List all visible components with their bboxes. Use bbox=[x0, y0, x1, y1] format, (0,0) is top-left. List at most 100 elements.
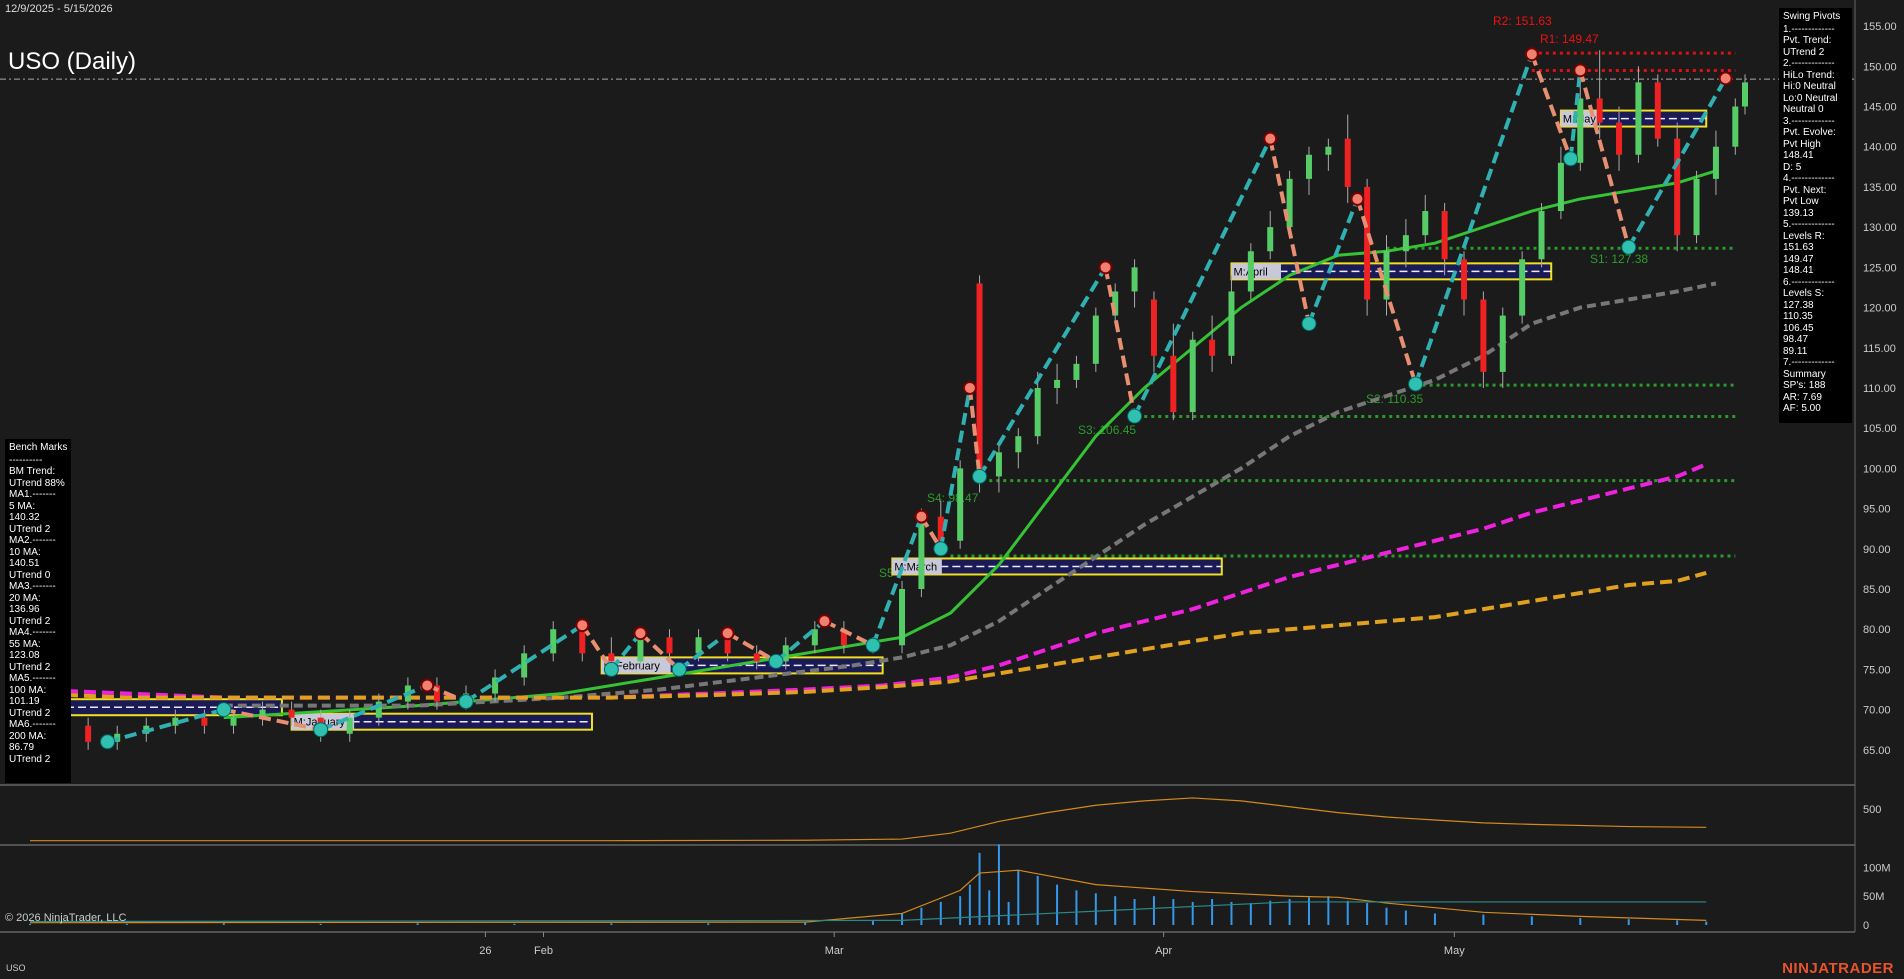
bench-panel-line: 123.08 bbox=[9, 650, 40, 661]
swing-panel-line: Levels R: bbox=[1783, 230, 1825, 242]
candle-body bbox=[1267, 227, 1274, 252]
price-tick-label: 120.00 bbox=[1863, 303, 1897, 315]
bench-panel-title: Bench Marks bbox=[9, 442, 68, 453]
candle-body bbox=[1654, 82, 1661, 139]
price-tick-label: 140.00 bbox=[1863, 142, 1897, 154]
price-tick-label: 155.00 bbox=[1863, 21, 1897, 33]
price-tick-label: 150.00 bbox=[1863, 61, 1897, 73]
price-tick-label: 95.00 bbox=[1863, 504, 1891, 516]
swing-panel-line: AR: 7.69 bbox=[1783, 391, 1822, 403]
swing-panel-line: 5.------------- bbox=[1783, 219, 1835, 230]
swing-zigzag-segment bbox=[938, 387, 972, 550]
candle-body bbox=[1189, 339, 1196, 413]
volume-tick-label: 0 bbox=[1863, 920, 1869, 932]
volume-tick-label: 50M bbox=[1863, 891, 1884, 903]
candle-body bbox=[1577, 98, 1584, 163]
swing-panel-line: 151.63 bbox=[1783, 242, 1814, 253]
ma-line-20-ma bbox=[223, 169, 1717, 720]
candle-body bbox=[201, 717, 208, 726]
price-tick-label: 125.00 bbox=[1863, 262, 1897, 274]
price-tick-label: 85.00 bbox=[1863, 584, 1891, 596]
pivot-high-marker bbox=[1098, 260, 1113, 275]
pivot-high-marker bbox=[914, 509, 929, 524]
candle-body bbox=[1596, 98, 1603, 123]
candle-body bbox=[1693, 178, 1700, 236]
bench-panel-line: ---------- bbox=[9, 454, 43, 466]
price-tick-label: 90.00 bbox=[1863, 544, 1891, 556]
candle-body bbox=[1073, 363, 1080, 380]
candle-body bbox=[1015, 436, 1022, 453]
swing-panel-line: 2.------------- bbox=[1783, 58, 1835, 69]
pivot-low-marker bbox=[313, 722, 329, 738]
pivot-low-marker bbox=[1563, 151, 1579, 167]
pivot-high-marker bbox=[1718, 71, 1733, 86]
swing-panel-line: Pvt. Next: bbox=[1783, 184, 1827, 196]
candle-body bbox=[1742, 82, 1748, 107]
volume-average-line-2 bbox=[29, 901, 1707, 923]
price-tick-label: 70.00 bbox=[1863, 705, 1891, 717]
price-tick-label: 105.00 bbox=[1863, 423, 1897, 435]
swing-panel-line: Levels S: bbox=[1783, 288, 1825, 299]
candle-body bbox=[579, 629, 586, 654]
price-tick-label: 100.00 bbox=[1863, 463, 1897, 475]
osc-tick-label: 500 bbox=[1863, 804, 1881, 816]
candle-body bbox=[1034, 387, 1041, 437]
pivot-high-marker bbox=[420, 678, 435, 693]
swing-panel-line: Neutral 0 bbox=[1783, 104, 1824, 115]
bench-panel-line: 200 MA: bbox=[9, 730, 47, 742]
pivot-high-marker bbox=[1573, 63, 1588, 78]
candle-body bbox=[1616, 122, 1623, 155]
candle-body bbox=[1170, 355, 1177, 413]
price-tick-label: 130.00 bbox=[1863, 222, 1897, 234]
swing-zigzag-segment bbox=[580, 624, 614, 671]
pivot-low-marker bbox=[603, 661, 619, 677]
swing-panel-line: 3.------------- bbox=[1783, 115, 1835, 127]
pivot-low-marker bbox=[216, 702, 232, 718]
swing-pivots-panel: Swing Pivots 1.------------- Pvt. Trend: U… bbox=[1779, 8, 1852, 423]
bench-panel-line: 140.32 bbox=[9, 512, 40, 523]
swing-panel-line: 148.41 bbox=[1783, 265, 1814, 276]
candle-body bbox=[753, 653, 760, 662]
bench-panel-line: UTrend 2 bbox=[9, 661, 51, 673]
swing-zigzag-segment bbox=[1578, 69, 1631, 248]
candle-body bbox=[1712, 146, 1719, 179]
bench-panel-line: UTrend 2 bbox=[9, 707, 51, 719]
candle-body bbox=[1305, 154, 1312, 179]
bench-panel-line: 55 MA: bbox=[9, 638, 41, 650]
pivot-low-marker bbox=[1621, 239, 1637, 255]
swing-panel-line: 1.------------- bbox=[1783, 23, 1835, 35]
swing-panel-line: Pvt Low bbox=[1783, 196, 1819, 207]
swing-panel-line: Summary bbox=[1783, 368, 1826, 380]
price-tick-label: 115.00 bbox=[1863, 343, 1896, 355]
swing-panel-line: Hi:0 Neutral bbox=[1783, 81, 1836, 92]
oscillator-line bbox=[30, 797, 1707, 842]
swing-zigzag-segment bbox=[1307, 198, 1360, 325]
pivot-low-marker bbox=[768, 653, 784, 669]
pivot-low-marker bbox=[671, 661, 687, 677]
candle-body bbox=[288, 709, 295, 718]
chart-title: USO (Daily) bbox=[8, 48, 137, 75]
candle-body bbox=[1480, 299, 1487, 372]
pivot-high-marker bbox=[1263, 131, 1278, 146]
bench-panel-line: UTrend 88% bbox=[9, 477, 65, 489]
candle-body bbox=[957, 468, 964, 541]
swing-zigzag-segment bbox=[871, 515, 924, 646]
swing-panel-line: UTrend 2 bbox=[1783, 46, 1825, 58]
pivot-low-marker bbox=[972, 468, 988, 484]
swing-panel-line: D: 5 bbox=[1783, 161, 1802, 173]
candle-body bbox=[995, 452, 1002, 477]
bench-panel-line: BM Trend: bbox=[9, 466, 56, 477]
date-range-label: 12/9/2025 - 5/15/2026 bbox=[5, 3, 113, 15]
swing-panel-line: 106.45 bbox=[1783, 322, 1814, 334]
pivot-high-marker bbox=[575, 618, 590, 633]
bench-panel-line: 20 MA: bbox=[9, 592, 41, 604]
x-tick-label: Mar bbox=[825, 945, 844, 957]
candle-body bbox=[1499, 315, 1506, 372]
swing-panel-line: SP's: 188 bbox=[1783, 380, 1826, 391]
chart-canvas[interactable]: 65.00 70.00 75.00 80.00 85.00 90.00 95.00 100.0… bbox=[0, 0, 1904, 979]
pivot-high-marker bbox=[1350, 191, 1365, 206]
bench-panel-line: UTrend 0 bbox=[9, 569, 51, 581]
candle-body bbox=[1247, 251, 1254, 292]
swing-zigzag-segment bbox=[1268, 138, 1311, 325]
candle-body bbox=[1054, 379, 1061, 388]
